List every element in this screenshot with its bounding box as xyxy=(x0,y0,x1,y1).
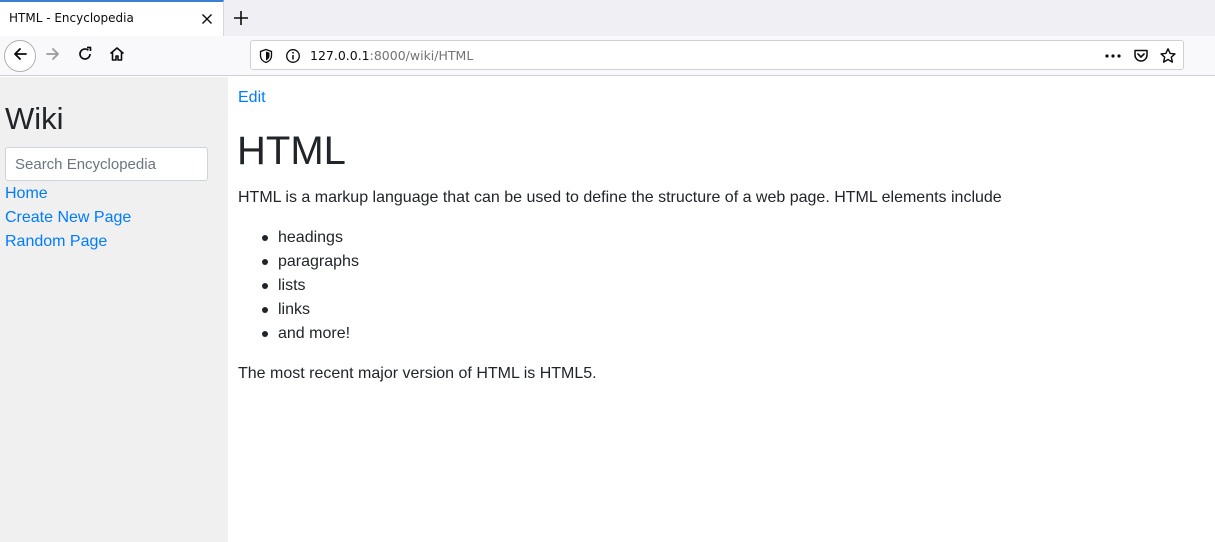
list-item: links xyxy=(238,301,359,325)
main-content: Edit HTML HTML is a markup language that… xyxy=(228,77,1215,542)
info-icon[interactable] xyxy=(285,48,301,64)
outro-paragraph: The most recent major version of HTML is… xyxy=(238,365,597,382)
reload-button[interactable] xyxy=(69,40,101,72)
reload-icon xyxy=(76,45,94,67)
tab-bar: HTML - Encyclopedia xyxy=(0,0,1215,36)
list-item: paragraphs xyxy=(238,253,359,277)
home-icon xyxy=(108,45,126,67)
sidebar-link-random-page[interactable]: Random Page xyxy=(5,233,107,251)
pocket-icon[interactable] xyxy=(1132,47,1150,65)
page-title: HTML xyxy=(237,129,346,173)
sidebar: Wiki Home Create New Page Random Page xyxy=(0,77,228,542)
elements-list: headings paragraphs lists links and more… xyxy=(238,229,359,349)
url-path: :8000/wiki/HTML xyxy=(369,48,474,63)
address-bar[interactable]: 127.0.0.1:8000/wiki/HTML xyxy=(250,40,1184,70)
forward-arrow-icon xyxy=(44,45,62,67)
back-arrow-icon xyxy=(11,45,29,67)
close-icon[interactable] xyxy=(199,11,215,27)
tab-title: HTML - Encyclopedia xyxy=(9,11,134,25)
back-button[interactable] xyxy=(4,40,36,72)
bullet-icon xyxy=(262,235,268,241)
list-item: lists xyxy=(238,277,359,301)
bullet-icon xyxy=(262,283,268,289)
search-input[interactable] xyxy=(5,147,208,181)
more-icon[interactable] xyxy=(1103,48,1123,64)
plus-icon[interactable] xyxy=(231,8,251,28)
shield-icon[interactable] xyxy=(258,48,274,64)
sidebar-link-home[interactable]: Home xyxy=(5,185,48,203)
forward-button[interactable] xyxy=(37,40,69,72)
edit-link[interactable]: Edit xyxy=(238,89,266,107)
tab-active[interactable]: HTML - Encyclopedia xyxy=(0,0,224,36)
list-item-text: lists xyxy=(278,277,306,294)
page-content: Wiki Home Create New Page Random Page Ed… xyxy=(0,77,1215,542)
sidebar-link-create-new-page[interactable]: Create New Page xyxy=(5,209,131,227)
bullet-icon xyxy=(262,259,268,265)
bullet-icon xyxy=(262,331,268,337)
list-item-text: links xyxy=(278,301,311,318)
site-title: Wiki xyxy=(5,101,64,136)
nav-bar: 127.0.0.1:8000/wiki/HTML xyxy=(0,36,1215,76)
list-item: headings xyxy=(238,229,359,253)
bullet-icon xyxy=(262,307,268,313)
url-text[interactable]: 127.0.0.1:8000/wiki/HTML xyxy=(310,48,473,63)
list-item-text: paragraphs xyxy=(278,253,359,270)
list-item-text: and more! xyxy=(278,325,351,342)
list-item: and more! xyxy=(238,325,359,349)
star-icon[interactable] xyxy=(1159,47,1177,65)
intro-paragraph: HTML is a markup language that can be us… xyxy=(238,189,1002,206)
list-item-text: headings xyxy=(278,229,343,246)
url-host: 127.0.0.1 xyxy=(310,48,370,63)
home-button[interactable] xyxy=(101,40,133,72)
